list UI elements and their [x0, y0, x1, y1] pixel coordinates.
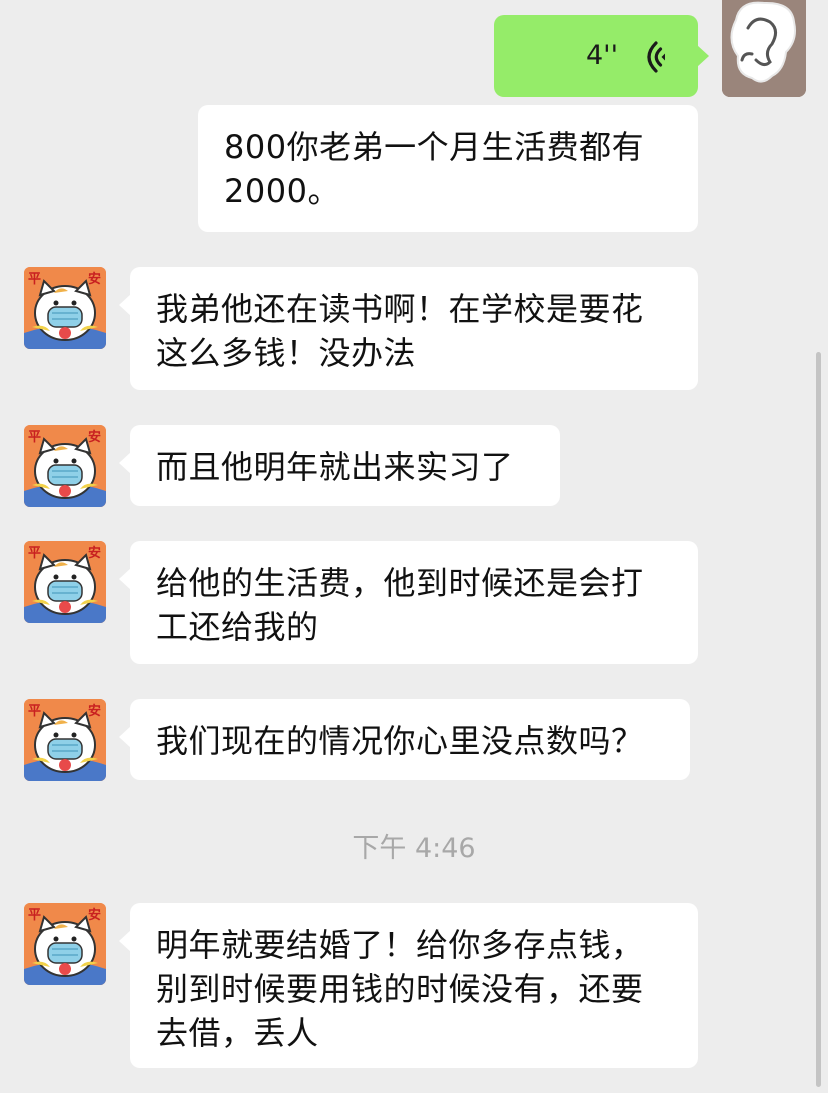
avatar-stamp-left: 平: [28, 430, 41, 445]
message-line: 2000。: [224, 172, 340, 210]
contact-avatar[interactable]: 平 安: [24, 425, 106, 507]
avatar-stamp-left: 平: [28, 908, 41, 923]
scrollbar[interactable]: [816, 352, 821, 1087]
avatar-stamp-right: 安: [88, 271, 101, 287]
avatar-stamp-right: 安: [88, 907, 101, 923]
message-line: 给他的生活费，他到时候还是会打: [156, 564, 644, 602]
message-bubble[interactable]: 明年就要结婚了！给你多存点钱， 别到时候要用钱的时候没有，还要 去借，丢人: [119, 903, 698, 1068]
contact-avatar[interactable]: 平 安: [24, 541, 106, 623]
message-line: 这么多钱！没办法: [156, 334, 417, 372]
avatar-stamp-left: 平: [28, 272, 41, 287]
chat-timestamp: 下午 4:46: [352, 833, 476, 864]
message-line: 而且他明年就出来实习了: [156, 448, 514, 486]
message-bubble[interactable]: 我们现在的情况你心里没点数吗？: [119, 699, 690, 780]
message-line: 我们现在的情况你心里没点数吗？: [156, 722, 644, 760]
avatar-stamp-right: 安: [88, 545, 101, 561]
self-avatar-drawing-icon: [722, 0, 806, 97]
message-bubble[interactable]: 800你老弟一个月生活费都有 2000。: [198, 105, 698, 232]
cat-mask-avatar-icon: 平 安: [24, 699, 106, 781]
message-line: 去借，丢人: [156, 1014, 319, 1052]
avatar-stamp-right: 安: [88, 703, 101, 719]
avatar-stamp-right: 安: [88, 429, 101, 445]
cat-mask-avatar-icon: 平 安: [24, 425, 106, 507]
voice-message-bubble[interactable]: 4'': [494, 15, 709, 97]
message-line: 工还给我的: [156, 608, 319, 646]
voice-wave-icon: [647, 41, 665, 73]
message-line: 明年就要结婚了！给你多存点钱，: [156, 926, 644, 964]
cat-mask-avatar-icon: 平 安: [24, 903, 106, 985]
chat-area: 4'' 800你老弟一个月生活费都有 2000。 平 安 我弟他还在读书啊！在学…: [0, 0, 828, 1093]
contact-avatar[interactable]: 平 安: [24, 903, 106, 985]
voice-duration: 4'': [585, 40, 618, 71]
message-bubble[interactable]: 给他的生活费，他到时候还是会打 工还给我的: [119, 541, 698, 664]
cat-mask-avatar-icon: 平 安: [24, 267, 106, 349]
message-line: 别到时候要用钱的时候没有，还要: [156, 970, 644, 1008]
message-bubble[interactable]: 而且他明年就出来实习了: [119, 425, 560, 506]
message-line: 我弟他还在读书啊！在学校是要花: [156, 290, 644, 328]
avatar-stamp-left: 平: [28, 546, 41, 561]
message-line: 800你老弟一个月生活费都有: [224, 128, 645, 166]
contact-avatar[interactable]: 平 安: [24, 699, 106, 781]
contact-avatar[interactable]: 平 安: [24, 267, 106, 349]
avatar-stamp-left: 平: [28, 704, 41, 719]
cat-mask-avatar-icon: 平 安: [24, 541, 106, 623]
message-bubble[interactable]: 我弟他还在读书啊！在学校是要花 这么多钱！没办法: [119, 267, 698, 390]
self-avatar[interactable]: [722, 0, 806, 97]
